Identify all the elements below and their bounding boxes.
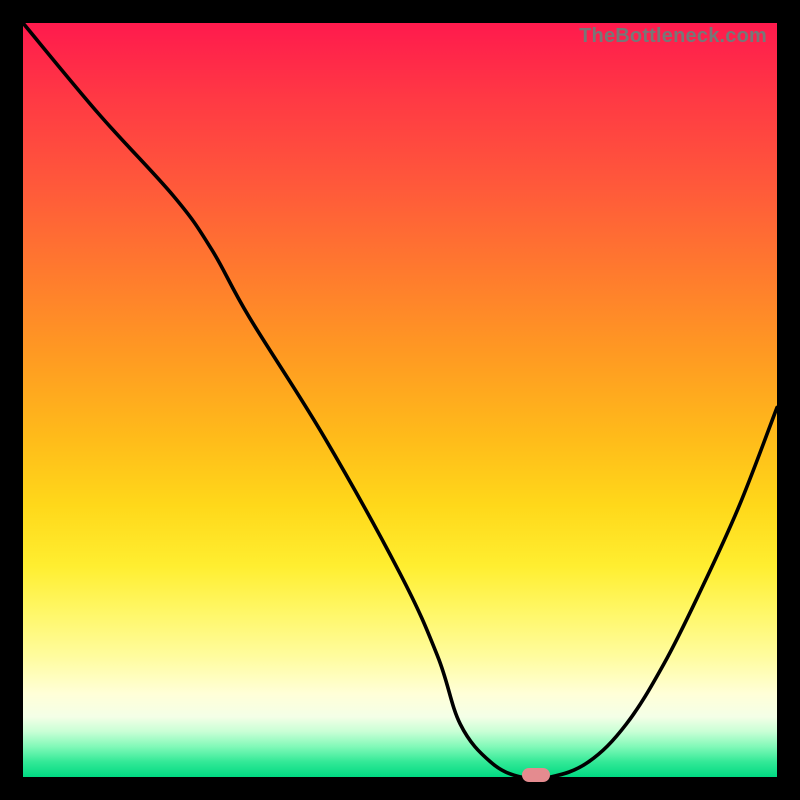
optimal-marker <box>522 768 550 782</box>
plot-area: TheBottleneck.com <box>23 23 777 777</box>
curve-svg <box>23 23 777 777</box>
bottleneck-curve-path <box>23 23 777 777</box>
chart-frame: TheBottleneck.com <box>0 0 800 800</box>
